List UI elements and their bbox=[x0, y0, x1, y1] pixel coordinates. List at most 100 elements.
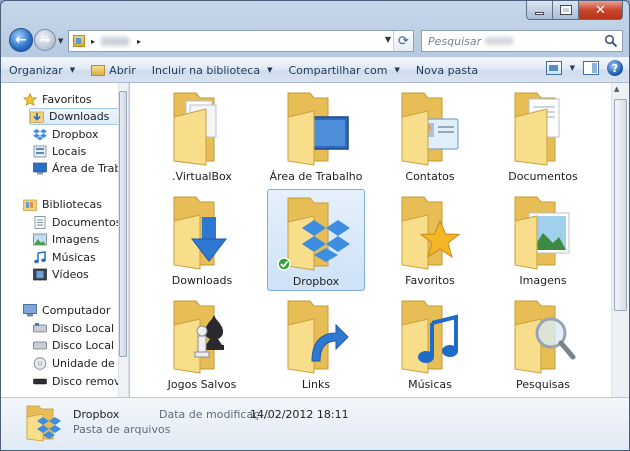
share-button[interactable]: Compartilhar com ▼ bbox=[280, 59, 407, 81]
include-library-button[interactable]: Incluir na biblioteca ▼ bbox=[144, 59, 281, 81]
help-icon[interactable]: ? bbox=[607, 60, 623, 76]
recent-pages-button[interactable]: ▼ bbox=[58, 37, 63, 45]
share-label: Compartilhar com bbox=[288, 63, 388, 77]
scrollbar-thumb[interactable] bbox=[614, 99, 627, 311]
close-button[interactable]: ✕ bbox=[579, 1, 623, 20]
folder-label: Downloads bbox=[171, 274, 233, 287]
folder-music[interactable]: Músicas bbox=[381, 293, 479, 395]
folder-label: Contatos bbox=[405, 170, 455, 183]
search-box[interactable]: Pesquisar bbox=[421, 30, 623, 52]
sidebar-item-pictures[interactable]: Imagens bbox=[33, 231, 99, 248]
library-location-icon bbox=[73, 35, 85, 47]
sidebar-item-documents[interactable]: Documentos bbox=[33, 214, 121, 231]
sidebar-favorites-header[interactable]: Favoritos bbox=[23, 91, 92, 108]
drive-icon bbox=[33, 341, 47, 350]
preview-pane-icon[interactable] bbox=[583, 61, 599, 75]
saved-games-folder-icon bbox=[173, 300, 224, 374]
sidebar-item-label: Imagens bbox=[52, 233, 100, 246]
downloads-folder-icon bbox=[173, 196, 228, 270]
change-view-icon[interactable] bbox=[545, 61, 562, 75]
refresh-button[interactable]: ⟳ bbox=[393, 31, 413, 51]
details-modified-value: 14/02/2012 18:11 bbox=[250, 408, 349, 421]
caption-buttons: ✕ bbox=[526, 1, 623, 20]
sidebar-item-label: Locais bbox=[52, 145, 87, 158]
downloads-icon bbox=[30, 111, 44, 123]
folder-label: Documentos bbox=[508, 170, 578, 183]
address-separator-2[interactable]: ▸ bbox=[137, 37, 141, 46]
dropbox-icon bbox=[33, 129, 47, 141]
folder-saved-games[interactable]: Jogos Salvos bbox=[153, 293, 251, 395]
sidebar-item-drive-c[interactable]: Disco Local (C:) bbox=[33, 320, 128, 337]
file-list-scrollbar[interactable]: ▲ bbox=[611, 83, 629, 397]
folder-pictures[interactable]: Imagens bbox=[494, 189, 592, 291]
sidebar-item-removable-drive[interactable]: Disco removível ( bbox=[33, 373, 128, 390]
maximize-button[interactable] bbox=[553, 1, 579, 20]
favorites-folder-icon bbox=[401, 196, 461, 270]
music-icon bbox=[34, 251, 46, 264]
star-icon bbox=[23, 93, 37, 106]
folder-label: Favoritos bbox=[405, 274, 455, 287]
folder-contacts[interactable]: Contatos bbox=[381, 85, 479, 187]
dropbox-folder-icon bbox=[26, 405, 61, 442]
new-folder-label: Nova pasta bbox=[415, 63, 479, 77]
folder-desktop[interactable]: Área de Trabalho bbox=[267, 85, 365, 187]
sidebar-header-label: Computador bbox=[42, 304, 111, 317]
sidebar-item-label: Vídeos bbox=[52, 268, 89, 281]
forward-arrow-icon: → bbox=[39, 32, 51, 48]
open-button[interactable]: Abrir bbox=[83, 59, 144, 81]
scroll-up-icon[interactable]: ▲ bbox=[614, 85, 619, 93]
virtualbox-folder-icon bbox=[173, 92, 217, 166]
folder-virtualbox[interactable]: .VirtualBox bbox=[153, 85, 251, 187]
address-segment-blurred[interactable] bbox=[101, 36, 130, 46]
command-bar: Organizar ▼ Abrir Incluir na biblioteca ▼ … bbox=[1, 57, 629, 83]
computer-icon bbox=[23, 304, 37, 317]
sidebar-header-label: Bibliotecas bbox=[42, 198, 103, 211]
scrollbar-thumb[interactable] bbox=[119, 91, 127, 357]
sidebar-item-optical-drive[interactable]: Unidade de BD-R bbox=[33, 355, 128, 372]
sidebar-computer-header[interactable]: Computador bbox=[23, 302, 110, 319]
folder-dropbox[interactable]: Dropbox bbox=[267, 189, 365, 291]
sidebar-item-dropbox[interactable]: Dropbox bbox=[33, 126, 98, 143]
back-button[interactable]: ← bbox=[9, 28, 33, 52]
folder-favorites[interactable]: Favoritos bbox=[381, 189, 479, 291]
libraries-icon bbox=[23, 199, 37, 211]
open-label: Abrir bbox=[109, 63, 136, 77]
folder-documents[interactable]: Documentos bbox=[494, 85, 592, 187]
views-dropdown-icon[interactable]: ▼ bbox=[570, 64, 575, 72]
minimize-button[interactable] bbox=[526, 1, 553, 20]
organize-button[interactable]: Organizar ▼ bbox=[1, 59, 83, 81]
sidebar-item-label: Downloads bbox=[49, 110, 110, 123]
folder-label: Pesquisas bbox=[516, 378, 570, 391]
sidebar-item-music[interactable]: Músicas bbox=[33, 249, 96, 266]
sidebar-item-videos[interactable]: Vídeos bbox=[33, 266, 89, 283]
removable-drive-icon bbox=[33, 378, 47, 385]
videos-icon bbox=[33, 268, 47, 281]
optical-drive-icon bbox=[33, 357, 47, 370]
address-bar[interactable]: ▸ ▸ ▼ ⟳ bbox=[68, 30, 414, 52]
folder-label: Dropbox bbox=[292, 275, 340, 288]
folder-links[interactable]: Links bbox=[267, 293, 365, 395]
address-separator[interactable]: ▸ bbox=[91, 37, 95, 46]
sidebar-item-desktop[interactable]: Área de Trabalho bbox=[33, 160, 128, 177]
sidebar-libraries-header[interactable]: Bibliotecas bbox=[23, 196, 102, 213]
navigation-pane-scrollbar[interactable] bbox=[118, 83, 128, 397]
search-input[interactable]: Pesquisar bbox=[428, 35, 481, 48]
explorer-window: ✕ ← → ▼ ▸ ▸ ▼ ⟳ Pesquisar Organizar ▼ Abr… bbox=[0, 0, 630, 451]
sidebar-item-places[interactable]: Locais bbox=[33, 143, 86, 160]
address-dropdown-icon[interactable]: ▼ bbox=[385, 35, 391, 44]
maximize-icon bbox=[559, 5, 572, 15]
folder-downloads[interactable]: Downloads bbox=[153, 189, 251, 291]
details-name: Dropbox bbox=[73, 408, 120, 421]
new-folder-button[interactable]: Nova pasta bbox=[408, 59, 486, 81]
minimize-icon bbox=[535, 11, 544, 15]
sidebar-item-downloads[interactable]: Downloads bbox=[29, 108, 127, 125]
pictures-folder-icon bbox=[514, 196, 570, 270]
forward-button[interactable]: → bbox=[34, 29, 56, 51]
search-icon[interactable] bbox=[604, 34, 618, 48]
dropbox-folder-icon bbox=[277, 197, 350, 271]
folder-searches[interactable]: Pesquisas bbox=[494, 293, 592, 395]
file-list: .VirtualBox Área de Trabalho Contatos Do… bbox=[130, 83, 620, 397]
sidebar-item-label: Dropbox bbox=[52, 128, 99, 141]
navigation-bar: ← → ▼ ▸ ▸ ▼ ⟳ Pesquisar bbox=[1, 23, 629, 57]
sidebar-item-drive-d[interactable]: Disco Local (D:) bbox=[33, 337, 128, 354]
